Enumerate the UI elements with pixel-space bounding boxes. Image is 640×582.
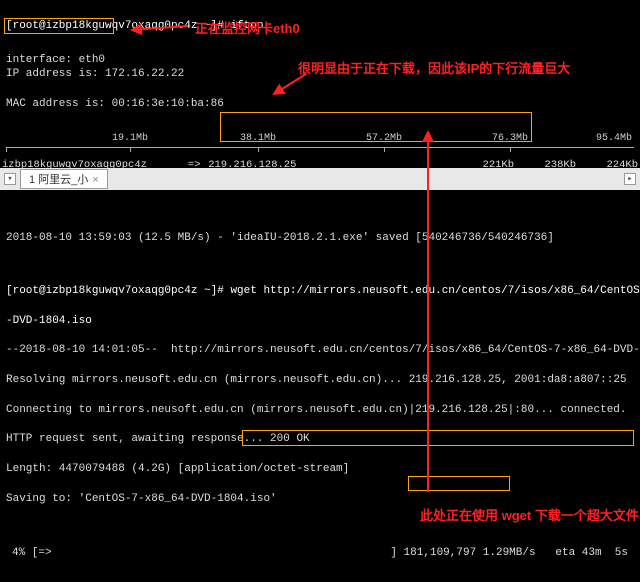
wget-saved: 2018-08-10 13:59:03 (12.5 MB/s) - 'ideaI… bbox=[6, 231, 634, 246]
wget-command-cont: -DVD-1804.iso bbox=[6, 314, 634, 329]
interface-line: interface: eth0 bbox=[6, 54, 105, 66]
close-icon[interactable]: × bbox=[92, 174, 98, 186]
mac-line: MAC address is: 00:16:3e:10:ba:86 bbox=[6, 97, 634, 112]
annotation-monitoring: 正在监控网卡eth0 bbox=[195, 18, 300, 37]
wget-line-1: --2018-08-10 14:01:05-- http://mirrors.n… bbox=[6, 343, 634, 358]
tab-bar: ▾ 1 阿里云_小× ▸ bbox=[0, 168, 640, 190]
wget-line-5: Length: 4470079488 (4.2G) [application/o… bbox=[6, 462, 634, 477]
annotation-wget: 此处正在使用 wget 下载一个超大文件 bbox=[420, 505, 639, 524]
highlight-ip bbox=[408, 476, 510, 491]
tab-add-icon[interactable]: ▸ bbox=[624, 173, 636, 185]
highlight-row bbox=[220, 112, 532, 142]
progress-line: 4% [=> ] 181,109,797 1.29MB/s eta 43m 5s bbox=[6, 544, 634, 563]
wget-line-3: Connecting to mirrors.neusoft.edu.cn (mi… bbox=[6, 403, 634, 418]
resolved-ip: 219.216.128.25 bbox=[409, 374, 501, 386]
wget-prompt: [root@izbp18kguwqv7oxaqg0pc4z ~]# bbox=[6, 285, 224, 297]
wget-command: wget http://mirrors.neusoft.edu.cn/cento… bbox=[230, 285, 639, 297]
annotation-traffic: 很明显由于正在下载，因此该IP的下行流量巨大 bbox=[298, 58, 570, 77]
tab-session[interactable]: 1 阿里云_小× bbox=[20, 169, 108, 189]
tab-menu-icon[interactable]: ▾ bbox=[4, 173, 16, 185]
highlight-wget-cmd bbox=[242, 430, 634, 446]
highlight-interface bbox=[4, 18, 114, 34]
